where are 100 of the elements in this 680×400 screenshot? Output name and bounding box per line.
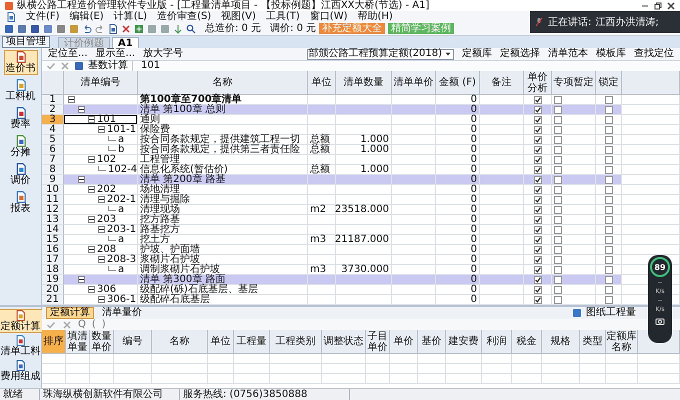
undo-icon[interactable] <box>82 24 92 34</box>
checkbox[interactable] <box>604 266 612 274</box>
paste-icon[interactable] <box>69 24 79 34</box>
row-number[interactable]: 15 <box>42 235 64 245</box>
toolbar-button[interactable]: ) <box>102 320 106 330</box>
search-icon[interactable] <box>186 24 196 34</box>
row-number[interactable]: 1 <box>42 95 64 105</box>
collapse-icon[interactable] <box>98 256 105 263</box>
checkbox[interactable] <box>554 146 562 154</box>
checkbox[interactable] <box>604 246 612 254</box>
row-number[interactable]: 9 <box>42 175 64 185</box>
row-number[interactable]: 7 <box>42 155 64 165</box>
checkbox[interactable] <box>604 116 612 124</box>
checkbox[interactable] <box>604 206 612 214</box>
camera-icon[interactable] <box>655 316 665 326</box>
document-tab[interactable]: A1 <box>112 37 139 48</box>
checkbox[interactable] <box>554 246 562 254</box>
save-icon[interactable] <box>4 24 14 34</box>
document-icon[interactable] <box>6 12 16 22</box>
square-icon[interactable] <box>160 24 170 34</box>
cancel-icon[interactable] <box>60 61 70 71</box>
toolbar-button[interactable]: Q <box>78 320 86 330</box>
row-number[interactable]: 10 <box>42 185 64 195</box>
collapse-icon[interactable] <box>88 216 95 223</box>
row-number[interactable]: 5 <box>42 135 64 145</box>
checkbox[interactable] <box>604 156 612 164</box>
checkbox[interactable] <box>604 146 612 154</box>
checkbox[interactable] <box>554 266 562 274</box>
print-icon[interactable] <box>30 24 40 34</box>
folder-icon[interactable] <box>17 24 27 34</box>
menu-item[interactable]: 计算(L) <box>114 11 148 22</box>
collapse-icon[interactable] <box>68 96 75 103</box>
checkbox[interactable] <box>534 296 542 304</box>
checkbox[interactable] <box>604 296 612 304</box>
toolbar-button[interactable]: 显示至... <box>96 49 136 59</box>
square-icon[interactable] <box>147 24 157 34</box>
cancel-icon[interactable] <box>62 320 72 330</box>
checkbox[interactable] <box>534 126 542 134</box>
checkbox[interactable] <box>554 206 562 214</box>
checkbox[interactable] <box>554 136 562 144</box>
restore-icon[interactable] <box>653 0 663 10</box>
checkbox[interactable] <box>604 256 612 264</box>
checkbox[interactable] <box>534 146 542 154</box>
row-number[interactable]: 6 <box>42 145 64 155</box>
cut-icon[interactable] <box>56 24 66 34</box>
close-icon[interactable] <box>666 0 676 10</box>
row-number[interactable]: 12 <box>42 205 64 215</box>
checkbox[interactable] <box>534 286 542 294</box>
plus-icon[interactable] <box>134 24 144 34</box>
checkbox[interactable] <box>604 176 612 184</box>
checkbox[interactable] <box>534 236 542 244</box>
sidebar-item[interactable]: 调价 <box>8 162 32 187</box>
checkbox[interactable] <box>604 236 612 244</box>
checkbox[interactable] <box>534 186 542 194</box>
checkbox[interactable] <box>604 286 612 294</box>
collapse-icon[interactable] <box>88 156 95 163</box>
menu-item[interactable]: 工具(T) <box>266 11 300 22</box>
drawing-icon[interactable] <box>572 308 582 318</box>
collapse-icon[interactable] <box>78 106 85 113</box>
sidebar-item[interactable]: 造价书 <box>4 50 38 75</box>
project-button[interactable]: 项目管理 <box>2 36 50 48</box>
menu-item[interactable]: 编辑(E) <box>70 11 104 22</box>
delete-icon[interactable] <box>121 24 131 34</box>
row-number[interactable]: 11 <box>42 195 64 205</box>
collapse-icon[interactable] <box>98 196 105 203</box>
checkbox[interactable] <box>554 226 562 234</box>
checkbox[interactable] <box>604 126 612 134</box>
redo-icon[interactable] <box>95 24 105 34</box>
sidebar-item[interactable]: 分摊 <box>8 134 32 159</box>
checkbox[interactable] <box>534 176 542 184</box>
row-number[interactable]: 16 <box>42 245 64 255</box>
collapse-icon[interactable] <box>88 286 95 293</box>
menu-item[interactable]: 帮助(H) <box>358 11 393 22</box>
checkbox[interactable] <box>554 166 562 174</box>
checkbox[interactable] <box>604 226 612 234</box>
checkbox[interactable] <box>534 226 542 234</box>
checkbox[interactable] <box>534 166 542 174</box>
collapse-icon[interactable] <box>78 176 85 183</box>
checkbox[interactable] <box>554 186 562 194</box>
row-number[interactable]: 13 <box>42 215 64 225</box>
checkbox[interactable] <box>554 126 562 134</box>
checkbox[interactable] <box>554 196 562 204</box>
checkbox[interactable] <box>554 116 562 124</box>
collapse-icon[interactable] <box>98 296 105 303</box>
menu-item[interactable]: 文件(F) <box>26 11 60 22</box>
checkbox[interactable] <box>604 276 612 284</box>
collapse-icon[interactable] <box>98 226 105 233</box>
row-number[interactable]: 3 <box>42 115 64 125</box>
checkbox[interactable] <box>534 156 542 164</box>
row-number[interactable]: 19 <box>42 275 64 285</box>
row-number[interactable]: 8 <box>42 165 64 175</box>
row-number[interactable]: 4 <box>42 125 64 135</box>
sidebar-item[interactable]: 工料机 <box>4 78 38 103</box>
check-icon[interactable] <box>46 320 56 330</box>
checkbox[interactable] <box>534 116 542 124</box>
document-icon[interactable] <box>108 24 118 34</box>
tab[interactable]: 清单量价 <box>98 307 146 319</box>
checkbox[interactable] <box>534 136 542 144</box>
row-number[interactable]: 20 <box>42 285 64 295</box>
row-number[interactable]: 18 <box>42 265 64 275</box>
